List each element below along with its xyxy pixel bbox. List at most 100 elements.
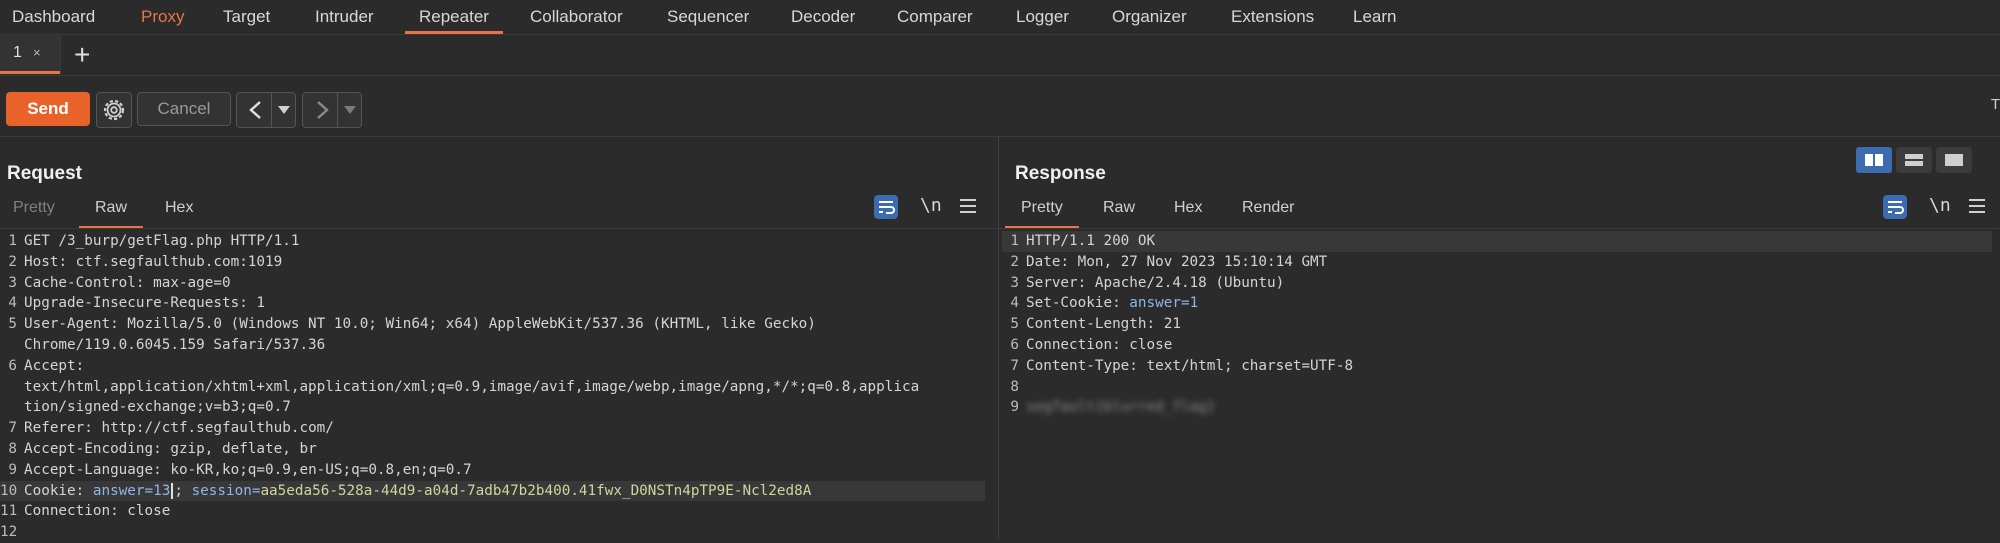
code-line: 12 [0,522,985,543]
line-text: Content-Type: text/html; charset=UTF-8 [1026,357,1354,374]
nav-tab-repeater[interactable]: Repeater [405,0,503,34]
wrap-icon [879,201,895,214]
close-icon[interactable]: × [33,45,41,60]
line-text: Accept-Encoding: gzip, deflate, br [24,440,317,457]
line-text: Server: Apache/2.4.18 (Ubuntu) [1026,274,1285,291]
newline-toggle[interactable]: \n [1929,195,1951,216]
response-pane: Response Pretty Raw Hex Render \n 1 HTTP/… [999,137,2000,539]
header-value: Mozilla/5.0 (Windows NT 10.0; Win64; x64… [127,316,816,333]
chevron-down-icon[interactable] [344,106,356,114]
nav-tab-target[interactable]: Target [223,0,270,34]
response-view-tabs: Pretty Raw Hex Render [999,199,1999,229]
history-forward-group[interactable] [302,92,362,128]
nav-tab-extensions[interactable]: Extensions [1231,0,1314,34]
nav-tab-collaborator[interactable]: Collaborator [530,0,623,34]
line-text: text/html,application/xhtml+xml,applicat… [24,377,919,398]
code-line: 4 Set-Cookie: answer=1 [1002,293,1992,314]
newline-toggle[interactable]: \n [920,195,942,216]
nav-tab-organizer[interactable]: Organizer [1112,0,1187,34]
word-wrap-toggle[interactable] [874,195,898,219]
nav-tab-comparer[interactable]: Comparer [897,0,973,34]
chevron-down-icon[interactable] [278,106,290,114]
line-text: Accept-Language: ko-KR,ko;q=0.9,en-US;q=… [24,461,472,478]
line-number: 5 [8,316,17,333]
settings-button[interactable] [96,92,132,128]
history-back-group[interactable] [236,92,296,128]
nav-tab-logger[interactable]: Logger [1016,0,1069,34]
cancel-button[interactable]: Cancel [137,92,231,126]
cookie-value: 1 [1189,295,1199,312]
add-tab-button[interactable]: + [74,38,90,72]
response-tab-raw[interactable]: Raw [1103,199,1135,217]
nav-tab-sequencer[interactable]: Sequencer [667,0,749,34]
line-number: 11 [0,503,18,520]
chevron-left-icon[interactable] [245,99,267,121]
line-number: 5 [1010,316,1019,333]
response-tab-pretty[interactable]: Pretty [1005,199,1079,229]
layout-single-button[interactable] [1936,147,1972,173]
code-line: 6 Connection: close [1002,335,1992,356]
response-tab-hex[interactable]: Hex [1174,199,1202,217]
line-text: HTTP/1.1 200 OK [1026,231,1155,252]
repeater-tab-1[interactable]: 1 × [0,35,61,74]
request-tab-raw[interactable]: Raw [78,199,144,229]
line-number: 4 [1010,295,1019,312]
header-name: Upgrade-Insecure-Requests [24,295,240,312]
word-wrap-toggle[interactable] [1883,195,1907,219]
line-content: tion/signed-exchange;v=b3;q=0.7 [24,399,291,416]
top-nav: Dashboard Proxy Target Intruder Repeater… [0,0,2000,35]
menu-icon[interactable] [1969,199,1985,213]
code-line: 3 Cache-Control: max-age=0 [0,273,985,294]
code-line: 8 [1002,377,1992,398]
header-name: Accept-Language [24,461,154,478]
response-viewer[interactable]: 1 HTTP/1.1 200 OK 2 Date: Mon, 27 Nov 2023 … [1002,231,1992,418]
request-tab-hex[interactable]: Hex [165,199,193,217]
nav-tab-learn[interactable]: Learn [1353,0,1396,34]
code-line: tion/signed-exchange;v=b3;q=0.7 [0,397,985,418]
line-content: GET /3_burp/getFlag.php HTTP/1.1 [24,233,300,249]
repeater-toolbar: Send Cancel T [0,76,2000,137]
code-line: 7 Content-Type: text/html; charset=UTF-8 [1002,356,1992,377]
nav-tab-decoder[interactable]: Decoder [791,0,855,34]
request-view-tabs: Pretty Raw Hex [0,199,990,229]
line-text: Chrome/119.0.6045.159 Safari/537.36 [24,335,325,356]
line-text: Referer: http://ctf.segfaulthub.com/ [24,420,334,437]
chevron-right-icon[interactable] [311,99,333,121]
header-name: Host [24,253,59,270]
divider [337,93,338,127]
request-title: Request [7,163,82,184]
line-text: tion/signed-exchange;v=b3;q=0.7 [24,397,291,418]
line-text: segfault{blurred_flag} [1026,397,1215,418]
divider [999,228,2000,229]
layout-side-by-side-button[interactable] [1856,147,1892,173]
nav-tab-proxy[interactable]: Proxy [141,0,184,34]
redacted-body: segfault{blurred_flag} [1026,399,1216,416]
response-title: Response [1015,163,1106,184]
code-line: 3 Server: Apache/2.4.18 (Ubuntu) [1002,273,1992,294]
code-line: 11 Connection: close [0,501,985,522]
line-number: 3 [1010,274,1019,291]
header-name: Accept-Encoding [24,440,154,457]
cookie-value: aa5eda56-528a-44d9-a04d-7adb47b2b400.41f… [260,482,812,499]
line-number: 2 [1010,253,1019,270]
menu-icon[interactable] [960,199,976,213]
request-tab-pretty[interactable]: Pretty [13,199,55,217]
nav-tab-intruder[interactable]: Intruder [315,0,374,34]
layout-stacked-button[interactable] [1896,147,1932,173]
header-value: Apache/2.4.18 (Ubuntu) [1094,274,1285,291]
cookie-value: 13 [153,482,171,499]
line-number: 8 [8,440,17,457]
send-button[interactable]: Send [6,92,90,126]
request-editor[interactable]: 1 GET /3_burp/getFlag.php HTTP/1.1 2 Host: … [0,231,985,543]
header-value: Mon, 27 Nov 2023 15:10:14 GMT [1077,253,1328,270]
nav-tab-dashboard[interactable]: Dashboard [12,0,95,34]
line-number: 7 [8,420,17,437]
line-text: Content-Length: 21 [1026,316,1181,333]
line-number: 4 [8,295,17,312]
line-content: Chrome/119.0.6045.159 Safari/537.36 [24,336,326,353]
code-line: 5 User-Agent: Mozilla/5.0 (Windows NT 10.… [0,314,985,335]
divider [271,93,272,127]
line-text: Accept: [24,356,84,377]
line-text: Upgrade-Insecure-Requests: 1 [24,295,266,312]
response-tab-render[interactable]: Render [1242,199,1294,217]
